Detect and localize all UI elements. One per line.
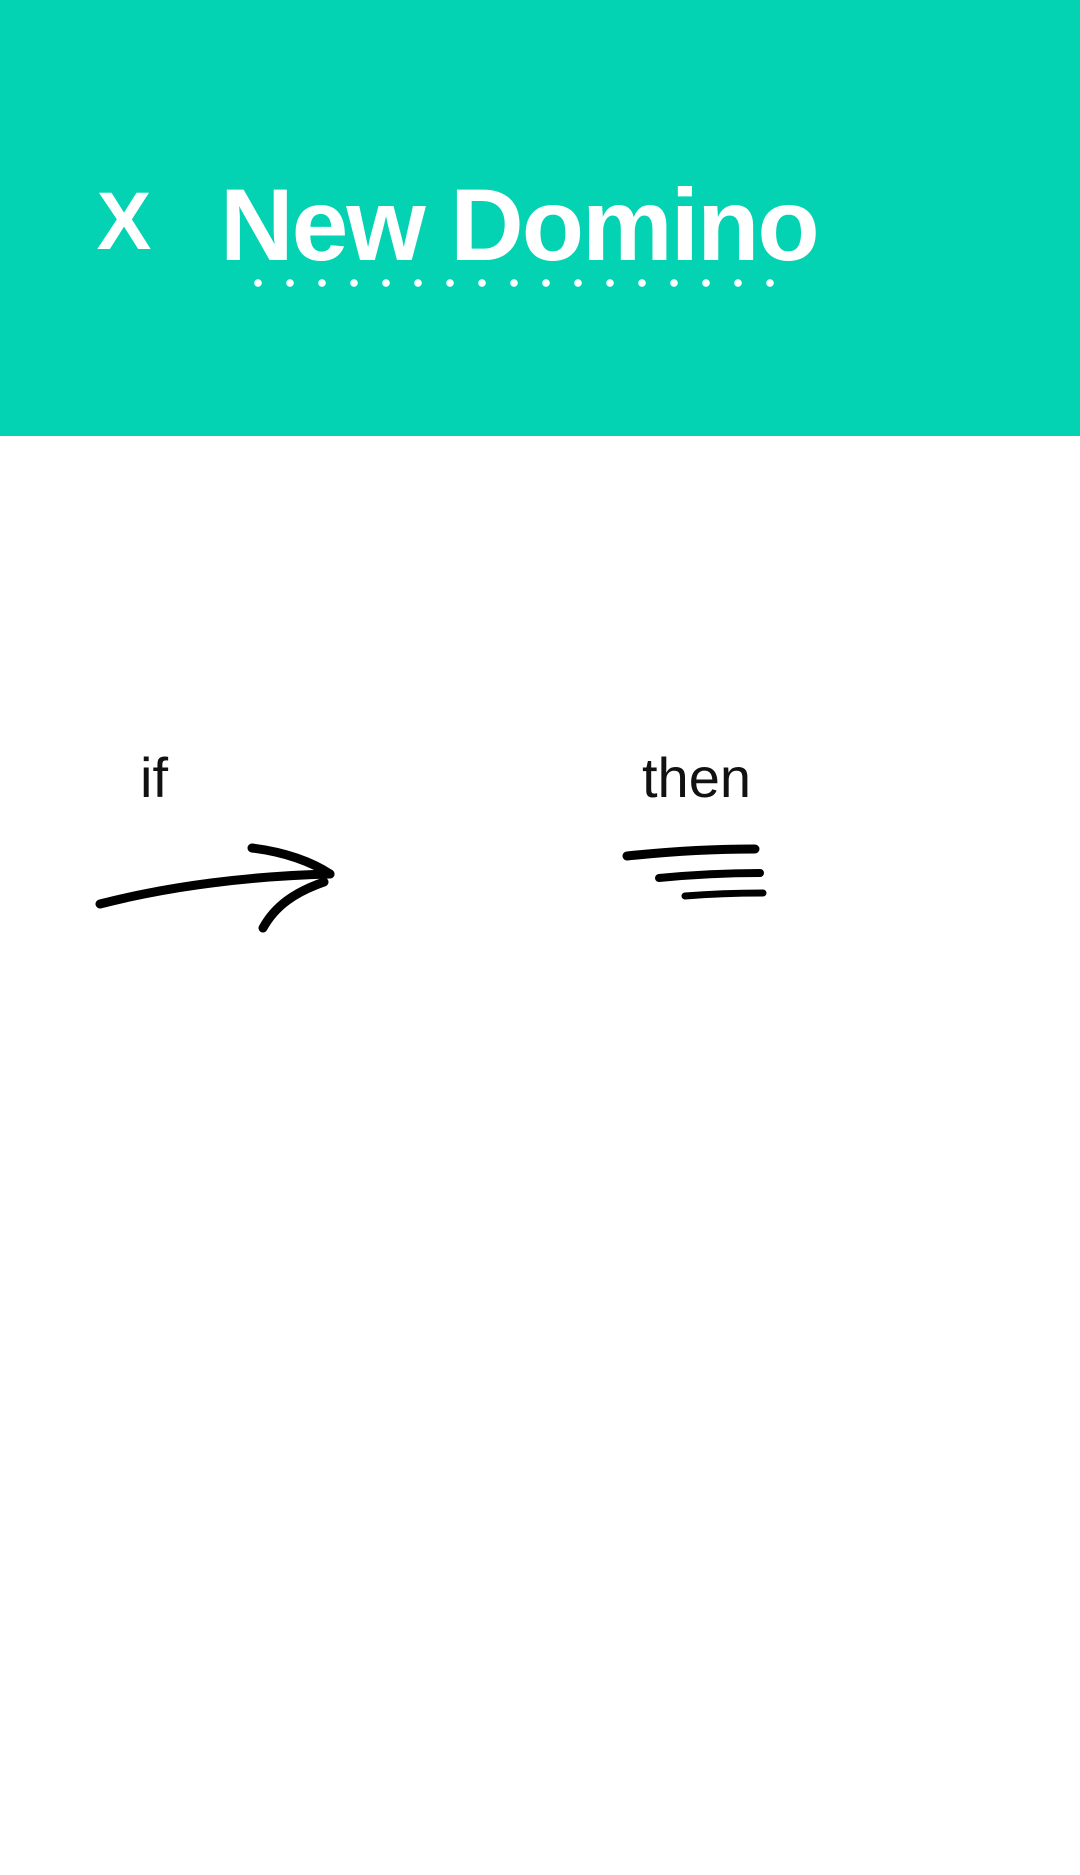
header-bar: X New Domino: [0, 0, 1080, 436]
new-domino-screen: X New Domino if then: [0, 0, 1080, 1875]
page-title: New Domino: [220, 168, 820, 282]
then-label: then: [642, 746, 751, 809]
dotted-underline: [242, 278, 792, 288]
text-lines-sketch-icon[interactable]: [615, 836, 775, 916]
arrow-sketch-icon[interactable]: [90, 786, 350, 933]
title-field[interactable]: New Domino: [220, 168, 820, 290]
rule-canvas: if then: [0, 436, 1080, 1875]
close-button[interactable]: X: [88, 176, 160, 268]
